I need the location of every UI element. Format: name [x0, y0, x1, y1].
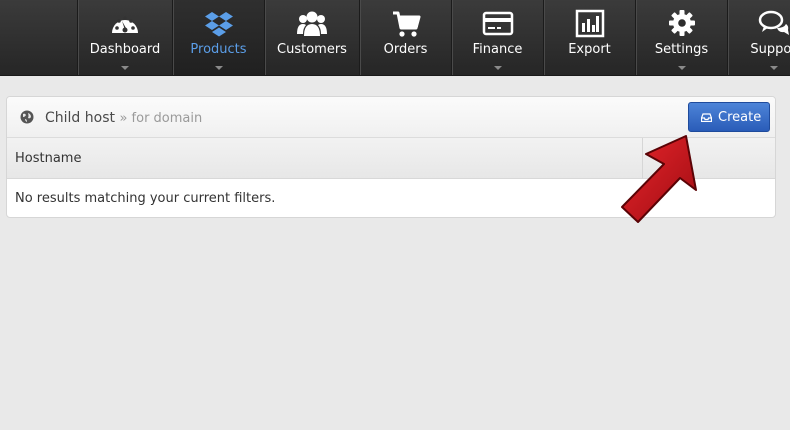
cart-icon: [392, 11, 420, 37]
page-subtitle: » for domain: [119, 111, 203, 126]
chevron-down-icon: [121, 66, 129, 70]
nav-export[interactable]: Export: [543, 0, 635, 75]
chevron-down-icon: [677, 66, 686, 70]
create-button[interactable]: Create: [688, 102, 770, 132]
dropbox-box-icon: [204, 12, 233, 37]
nav-label: Export: [568, 42, 611, 57]
nav-label: Orders: [383, 42, 428, 57]
red-arrow-annotation: [621, 135, 697, 223]
dashboard-gauge-icon: [112, 16, 138, 33]
chevron-down-icon: [214, 66, 223, 70]
customers-group-icon: [297, 11, 327, 36]
nav-settings[interactable]: Settings: [635, 0, 727, 75]
credit-card-icon: [482, 11, 513, 36]
nav-label: Finance: [472, 42, 523, 57]
chat-bubbles-icon: [758, 10, 789, 35]
nav-label: Customers: [277, 42, 347, 57]
inbox-icon: [701, 113, 712, 122]
chevron-down-icon: [769, 66, 778, 70]
page-title: Child host » for domain: [45, 110, 202, 126]
page-title-text: Child host: [45, 110, 115, 126]
nav-orders[interactable]: Orders: [359, 0, 451, 75]
globe-icon: [20, 110, 34, 124]
nav-label: Products: [190, 42, 247, 57]
nav-label: Settings: [654, 42, 709, 57]
nav-label: Dashboard: [89, 42, 161, 57]
top-navigation: Dashboard Products Customers Orders Fina…: [0, 0, 790, 76]
nav-products[interactable]: Products: [172, 0, 264, 75]
nav-finance[interactable]: Finance: [451, 0, 543, 75]
nav-label: Suppor: [750, 42, 790, 57]
nav-customers[interactable]: Customers: [264, 0, 359, 75]
gear-icon: [668, 10, 695, 36]
bar-chart-icon: [575, 9, 604, 38]
nav-dashboard[interactable]: Dashboard: [77, 0, 172, 75]
create-button-label: Create: [718, 110, 762, 125]
chevron-down-icon: [493, 66, 502, 70]
nav-support[interactable]: Suppor: [727, 0, 790, 75]
column-header-hostname[interactable]: Hostname: [15, 151, 81, 166]
empty-results-message: No results matching your current filters…: [15, 191, 276, 206]
